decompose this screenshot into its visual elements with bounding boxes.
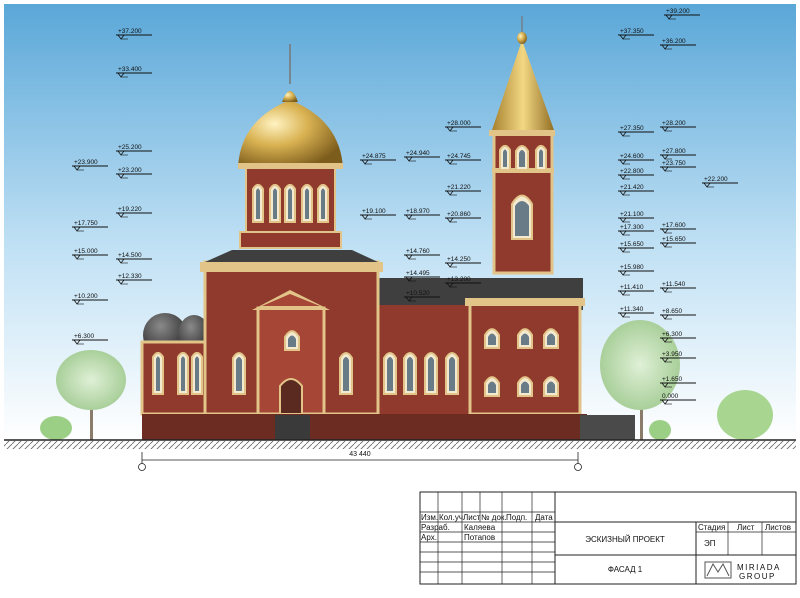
elevation-mark-label: +15.650 bbox=[620, 241, 644, 248]
elevation-mark-label: +33.400 bbox=[118, 66, 142, 73]
elevation-mark-label: +24.940 bbox=[406, 150, 430, 157]
project-title: ЭСКИЗНЫЙ ПРОЕКТ bbox=[585, 535, 665, 544]
elevation-mark-label: +36.200 bbox=[662, 38, 686, 45]
th-kol: Кол.уч bbox=[439, 513, 463, 522]
elevation-mark-label: +27.350 bbox=[620, 125, 644, 132]
th-data: Дата bbox=[535, 513, 553, 522]
elevation-mark-label: +17.750 bbox=[74, 220, 98, 227]
name-2: Потапов bbox=[464, 533, 495, 542]
elevation-mark-label: +14.760 bbox=[406, 248, 430, 255]
brand-name: MIRIADA bbox=[737, 563, 781, 572]
elevation-mark-label: +14.495 bbox=[406, 270, 430, 277]
elevation-mark-label: +25.200 bbox=[118, 144, 142, 151]
elevation-mark-label: +23.900 bbox=[74, 159, 98, 166]
sheet-title: ФАСАД 1 bbox=[608, 565, 643, 574]
elevation-mark-label: +19.100 bbox=[362, 208, 386, 215]
col-stage: Стадия bbox=[698, 523, 725, 532]
elevation-mark-label: +15.980 bbox=[620, 264, 644, 271]
elevation-mark-label: +10.520 bbox=[406, 290, 430, 297]
th-list: Лист bbox=[463, 513, 481, 522]
elevation-mark-label: +6.300 bbox=[662, 331, 682, 338]
role-2: Арх. bbox=[421, 533, 437, 542]
elevation-mark-label: +37.200 bbox=[118, 28, 142, 35]
th-izm: Изм. bbox=[421, 513, 438, 522]
elevation-mark-label: +24.875 bbox=[362, 153, 386, 160]
elevation-mark-label: +1.650 bbox=[662, 376, 682, 383]
elevation-mark-label: +21.100 bbox=[620, 211, 644, 218]
elevation-mark-label: +3.950 bbox=[662, 351, 682, 358]
elevation-mark-label: +21.220 bbox=[447, 184, 471, 191]
elevation-mark-label: +15.650 bbox=[662, 236, 686, 243]
elevation-mark-label: +39.200 bbox=[666, 8, 690, 15]
stage-value: ЭП bbox=[704, 539, 716, 548]
elevation-mark-label: +21.420 bbox=[620, 184, 644, 191]
elevation-mark-label: +11.340 bbox=[620, 306, 644, 313]
ground-hatch bbox=[4, 441, 796, 449]
elevation-mark-label: +11.540 bbox=[662, 281, 686, 288]
elevation-mark-label: +22.200 bbox=[704, 176, 728, 183]
elevation-mark-label: +12.330 bbox=[118, 273, 142, 280]
elevation-mark-label: +28.200 bbox=[662, 120, 686, 127]
brand-sub: GROUP bbox=[739, 572, 776, 581]
title-block: Изм. Кол.уч Лист № док. Подп. Дата Разра… bbox=[419, 491, 797, 585]
elevation-mark-label: +28.000 bbox=[447, 120, 471, 127]
facade-drawing: 43 440 +39.200 +37.200 +37.350 +36.200 +33.4… bbox=[4, 4, 797, 585]
th-podp: Подп. bbox=[506, 513, 527, 522]
elevation-mark-label: +24.745 bbox=[447, 153, 471, 160]
elevation-mark-label: +15.000 bbox=[74, 248, 98, 255]
elevation-mark-label: +23.750 bbox=[662, 160, 686, 167]
name-1: Каляева bbox=[464, 523, 496, 532]
elevation-mark-label: +13.200 bbox=[447, 276, 471, 283]
elevation-mark-label: +14.500 bbox=[118, 252, 142, 259]
elevation-mark-label: +18.970 bbox=[406, 208, 430, 215]
elevation-mark-label: +8.650 bbox=[662, 308, 682, 315]
elevation-mark-label: +23.200 bbox=[118, 167, 142, 174]
elevation-mark-label: 0.000 bbox=[662, 393, 679, 400]
overall-dimension: 43 440 bbox=[138, 451, 582, 471]
drawing-sheet: 43 440 +39.200 +37.200 +37.350 +36.200 +33.4… bbox=[0, 0, 800, 598]
elevation-mark-label: +37.350 bbox=[620, 28, 644, 35]
elevation-mark-label: +27.800 bbox=[662, 148, 686, 155]
col-sheet: Лист bbox=[737, 523, 755, 532]
overall-dimension-label: 43 440 bbox=[349, 451, 371, 458]
elevation-mark-label: +22.800 bbox=[620, 168, 644, 175]
th-doc: № док. bbox=[481, 513, 507, 522]
elevation-mark-label: +6.300 bbox=[74, 333, 94, 340]
elevation-mark-label: +19.220 bbox=[118, 206, 142, 213]
elevation-mark-label: +17.600 bbox=[662, 222, 686, 229]
elevation-mark-label: +11.410 bbox=[620, 284, 644, 291]
role-1: Разраб. bbox=[421, 523, 450, 532]
col-sheets: Листов bbox=[765, 523, 791, 532]
elevation-mark-label: +20.860 bbox=[447, 211, 471, 218]
elevation-mark-label: +14.250 bbox=[447, 256, 471, 263]
elevation-mark-label: +24.600 bbox=[620, 153, 644, 160]
elevation-mark-label: +10.200 bbox=[74, 293, 98, 300]
elevation-mark-label: +17.300 bbox=[620, 224, 644, 231]
